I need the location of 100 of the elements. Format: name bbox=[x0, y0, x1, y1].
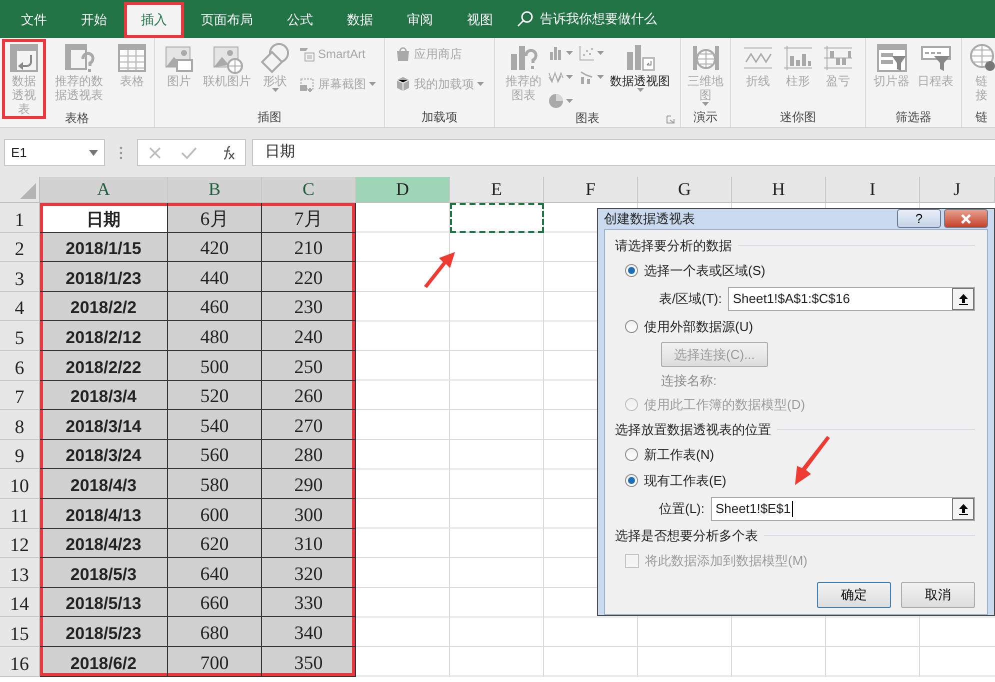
radio-button[interactable] bbox=[625, 448, 638, 461]
ribbon-button[interactable]: 数据透视图 bbox=[607, 40, 674, 94]
row-header[interactable]: 8 bbox=[0, 410, 40, 440]
ribbon-tab[interactable]: 文件 bbox=[4, 2, 64, 38]
row-header[interactable]: 6 bbox=[0, 350, 40, 381]
sheet-cell[interactable]: 350 bbox=[262, 646, 356, 676]
row-header[interactable]: 4 bbox=[0, 292, 40, 322]
sheet-cell[interactable]: 620 bbox=[168, 528, 262, 558]
ribbon-tab[interactable]: 页面布局 bbox=[184, 2, 270, 38]
row-header[interactable]: 14 bbox=[0, 588, 40, 618]
dialog-launcher-icon[interactable] bbox=[666, 115, 675, 124]
option-label[interactable]: 新工作表(N) bbox=[644, 444, 714, 464]
sheet-cell[interactable]: 2018/1/23 bbox=[40, 262, 168, 292]
column-header[interactable]: A bbox=[40, 177, 168, 203]
row-header[interactable]: 15 bbox=[0, 617, 40, 647]
sheet-cell[interactable]: 260 bbox=[262, 380, 356, 410]
sheet-cell[interactable]: 300 bbox=[262, 498, 356, 529]
sheet-cell[interactable]: 320 bbox=[262, 558, 356, 588]
row-header[interactable]: 9 bbox=[0, 440, 40, 470]
sheet-cell[interactable]: 600 bbox=[168, 498, 262, 529]
sheet-cell[interactable]: 330 bbox=[262, 588, 356, 618]
sheet-cell[interactable]: 270 bbox=[262, 410, 356, 440]
cancel-button[interactable]: 取消 bbox=[901, 582, 975, 608]
column-header[interactable]: H bbox=[732, 177, 826, 203]
option-label[interactable]: 现有工作表(E) bbox=[644, 470, 726, 490]
sheet-cell[interactable]: 340 bbox=[262, 617, 356, 647]
sheet-cell[interactable]: 2018/4/13 bbox=[40, 498, 168, 529]
row-header[interactable]: 16 bbox=[0, 646, 40, 676]
sheet-cell[interactable]: 7月 bbox=[262, 203, 356, 233]
sheet-cell[interactable]: 2018/1/15 bbox=[40, 232, 168, 262]
column-header[interactable]: I bbox=[826, 177, 920, 203]
sheet-cell[interactable]: 560 bbox=[168, 440, 262, 470]
check-icon[interactable] bbox=[181, 146, 198, 160]
range-field[interactable]: Sheet1!$A$1:$C$16 bbox=[728, 286, 975, 310]
row-header[interactable]: 2 bbox=[0, 232, 40, 262]
close-button[interactable] bbox=[944, 209, 988, 228]
row-header[interactable]: 1 bbox=[0, 203, 40, 233]
sheet-cell[interactable]: 290 bbox=[262, 469, 356, 499]
ribbon-tab[interactable]: 数据 bbox=[330, 2, 390, 38]
ribbon-tab[interactable]: 审阅 bbox=[390, 2, 450, 38]
sheet-cell[interactable]: 2018/4/3 bbox=[40, 469, 168, 499]
radio-button[interactable] bbox=[625, 264, 638, 277]
sheet-cell[interactable]: 日期 bbox=[40, 203, 168, 233]
column-header[interactable]: D bbox=[356, 177, 450, 203]
column-header[interactable]: B bbox=[168, 177, 262, 203]
sheet-cell[interactable]: 480 bbox=[168, 321, 262, 351]
sheet-cell[interactable]: 420 bbox=[168, 232, 262, 262]
ribbon-tab[interactable]: 插入 bbox=[124, 2, 184, 38]
sheet-cell[interactable]: 2018/3/24 bbox=[40, 440, 168, 470]
formula-field[interactable]: 日期 bbox=[252, 139, 995, 166]
option-label[interactable]: 使用外部数据源(U) bbox=[644, 316, 754, 336]
sheet-cell[interactable]: 540 bbox=[168, 410, 262, 440]
select-all-icon[interactable] bbox=[20, 183, 36, 199]
option-label[interactable]: 选择一个表或区域(S) bbox=[644, 260, 766, 280]
collapse-button[interactable] bbox=[952, 498, 974, 520]
dropdown-caret-icon[interactable] bbox=[89, 150, 98, 156]
row-header[interactable]: 7 bbox=[0, 380, 40, 410]
cancel-icon[interactable] bbox=[148, 146, 162, 160]
ribbon-tab[interactable]: 公式 bbox=[270, 2, 330, 38]
column-header[interactable]: J bbox=[920, 177, 995, 203]
column-header[interactable]: G bbox=[638, 177, 732, 203]
radio-button[interactable] bbox=[625, 320, 638, 333]
row-header[interactable]: 12 bbox=[0, 528, 40, 558]
sheet-cell[interactable]: 2018/2/12 bbox=[40, 321, 168, 351]
search-hint[interactable]: 告诉我你想要做什么 bbox=[540, 9, 657, 29]
sheet-cell[interactable]: 500 bbox=[168, 350, 262, 381]
sheet-cell[interactable]: 640 bbox=[168, 558, 262, 588]
sheet-cell[interactable]: 210 bbox=[262, 232, 356, 262]
sheet-cell[interactable]: 2018/5/13 bbox=[40, 588, 168, 618]
sheet-cell[interactable]: 230 bbox=[262, 292, 356, 322]
row-header[interactable]: 3 bbox=[0, 262, 40, 292]
help-button[interactable]: ? bbox=[897, 209, 941, 228]
column-header[interactable]: E bbox=[450, 177, 544, 203]
radio-button[interactable] bbox=[625, 474, 638, 487]
column-header[interactable]: F bbox=[544, 177, 638, 203]
sheet-cell[interactable]: 240 bbox=[262, 321, 356, 351]
row-header[interactable]: 11 bbox=[0, 498, 40, 529]
sheet-cell[interactable]: 6月 bbox=[168, 203, 262, 233]
sheet-cell[interactable]: 520 bbox=[168, 380, 262, 410]
sheet-cell[interactable]: 580 bbox=[168, 469, 262, 499]
row-header[interactable]: 10 bbox=[0, 469, 40, 499]
sheet-cell[interactable]: 2018/2/22 bbox=[40, 350, 168, 381]
sheet-cell[interactable]: 440 bbox=[168, 262, 262, 292]
sheet-cell[interactable]: 660 bbox=[168, 588, 262, 618]
sheet-cell[interactable]: 2018/3/14 bbox=[40, 410, 168, 440]
sheet-cell[interactable]: 310 bbox=[262, 528, 356, 558]
sheet-cell[interactable]: 2018/6/2 bbox=[40, 646, 168, 676]
sheet-cell[interactable]: 680 bbox=[168, 617, 262, 647]
sheet-cell[interactable]: 700 bbox=[168, 646, 262, 676]
sheet-cell[interactable]: 220 bbox=[262, 262, 356, 292]
sheet-cell[interactable]: 2018/4/23 bbox=[40, 528, 168, 558]
sheet-cell[interactable]: 280 bbox=[262, 440, 356, 470]
sheet-cell[interactable]: 2018/5/23 bbox=[40, 617, 168, 647]
sheet-cell[interactable]: 2018/3/4 bbox=[40, 380, 168, 410]
name-box-value[interactable]: E1 bbox=[11, 142, 27, 162]
sheet-cell[interactable]: 2018/2/2 bbox=[40, 292, 168, 322]
search-icon[interactable] bbox=[516, 10, 534, 28]
ribbon-tab[interactable]: 视图 bbox=[450, 2, 510, 38]
ribbon-tab[interactable]: 开始 bbox=[64, 2, 124, 38]
sheet-cell[interactable]: 2018/5/3 bbox=[40, 558, 168, 588]
